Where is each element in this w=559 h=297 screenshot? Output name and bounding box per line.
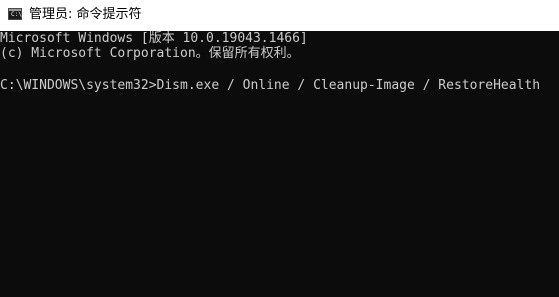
window-title: 管理员: 命令提示符: [29, 7, 142, 22]
command-prompt-window: C:\ 管理员: 命令提示符 Microsoft Windows [版本 10.…: [0, 0, 559, 297]
cmd-icon-glyph: C:\: [11, 11, 22, 18]
console-line-command: C:\WINDOWS\system32>Dism.exe / Online / …: [0, 78, 541, 93]
console-line-copyright: (c) Microsoft Corporation。保留所有权利。: [0, 46, 300, 61]
console-output[interactable]: Microsoft Windows [版本 10.0.19043.1466] (…: [0, 31, 559, 297]
console-line-version: Microsoft Windows [版本 10.0.19043.1466]: [0, 31, 308, 46]
cmd-icon: C:\: [8, 8, 22, 20]
title-bar[interactable]: C:\ 管理员: 命令提示符: [0, 0, 559, 31]
